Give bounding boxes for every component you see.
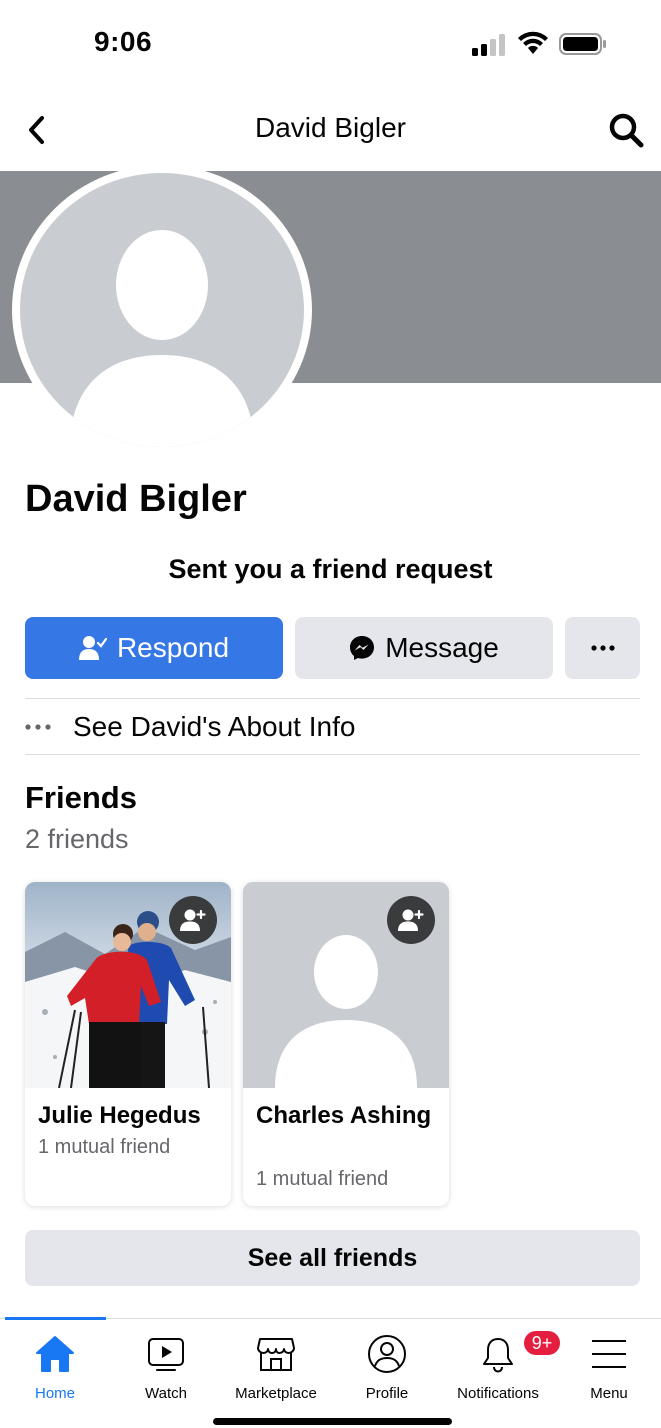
home-indicator — [213, 1418, 452, 1425]
tab-label: Watch — [145, 1385, 187, 1402]
messenger-icon — [350, 636, 375, 660]
respond-button[interactable]: Respond — [25, 617, 283, 679]
more-dots-icon — [590, 645, 615, 651]
friend-mutual: 1 mutual friend — [256, 1168, 389, 1190]
tab-label: Home — [34, 1385, 75, 1402]
marketplace-icon — [257, 1338, 295, 1371]
divider — [25, 754, 640, 755]
friends-count: 2 friends — [25, 824, 129, 854]
friend-mutual: 1 mutual friend — [38, 1136, 171, 1158]
tab-home[interactable]: Home — [0, 1319, 110, 1409]
more-options-button[interactable] — [565, 617, 640, 679]
battery-icon — [559, 33, 606, 55]
add-friend-icon — [398, 909, 424, 931]
tab-label: Marketplace — [235, 1385, 317, 1402]
tab-marketplace[interactable]: Marketplace — [221, 1319, 331, 1409]
default-avatar-icon — [70, 230, 254, 447]
watch-icon — [148, 1338, 184, 1371]
cellular-signal-icon — [472, 34, 505, 56]
bell-icon — [483, 1338, 513, 1373]
page-title: David Bigler — [255, 112, 406, 143]
tab-label: Notifications — [457, 1385, 539, 1402]
friend-card[interactable]: Julie Hegedus 1 mutual friend — [25, 882, 231, 1206]
message-button[interactable]: Message — [295, 617, 553, 679]
top-nav: David Bigler — [0, 92, 661, 170]
profile-name: David Bigler — [25, 478, 247, 520]
add-friend-button[interactable] — [169, 896, 217, 944]
friends-heading[interactable]: Friends — [25, 780, 137, 816]
menu-icon — [592, 1340, 626, 1368]
profile-icon — [368, 1335, 406, 1373]
friend-card[interactable]: Charles Ashing 1 mutual friend — [243, 882, 449, 1206]
home-icon — [36, 1336, 74, 1372]
more-dots-icon — [25, 724, 51, 730]
tab-menu[interactable]: Menu — [554, 1319, 661, 1409]
add-friend-icon — [180, 909, 206, 931]
tab-profile[interactable]: Profile — [332, 1319, 442, 1409]
about-info-row[interactable]: See David's About Info — [25, 700, 640, 754]
message-label: Message — [385, 632, 499, 663]
tab-label: Menu — [590, 1385, 628, 1402]
divider — [25, 698, 640, 699]
person-check-icon — [78, 636, 107, 660]
tab-watch[interactable]: Watch — [111, 1319, 221, 1409]
search-button[interactable] — [608, 112, 646, 150]
add-friend-button[interactable] — [387, 896, 435, 944]
about-info-label: See David's About Info — [73, 711, 356, 742]
status-bar: 9:06 — [0, 0, 661, 90]
profile-avatar[interactable] — [12, 165, 312, 455]
status-time: 9:06 — [94, 26, 153, 57]
friend-request-status: Sent you a friend request — [168, 554, 493, 584]
see-all-friends-button[interactable]: See all friends — [25, 1230, 640, 1286]
search-icon — [609, 113, 644, 148]
wifi-icon — [518, 31, 548, 54]
tab-notifications[interactable]: 9+ Notifications — [443, 1319, 562, 1409]
bottom-tab-bar: Home Watch Marketplace Profile 9+ Notifi… — [0, 1317, 661, 1428]
respond-label: Respond — [116, 632, 230, 663]
friend-name: Julie Hegedus — [38, 1102, 201, 1129]
tab-label: Profile — [365, 1385, 409, 1402]
friend-name: Charles Ashing — [256, 1102, 432, 1129]
